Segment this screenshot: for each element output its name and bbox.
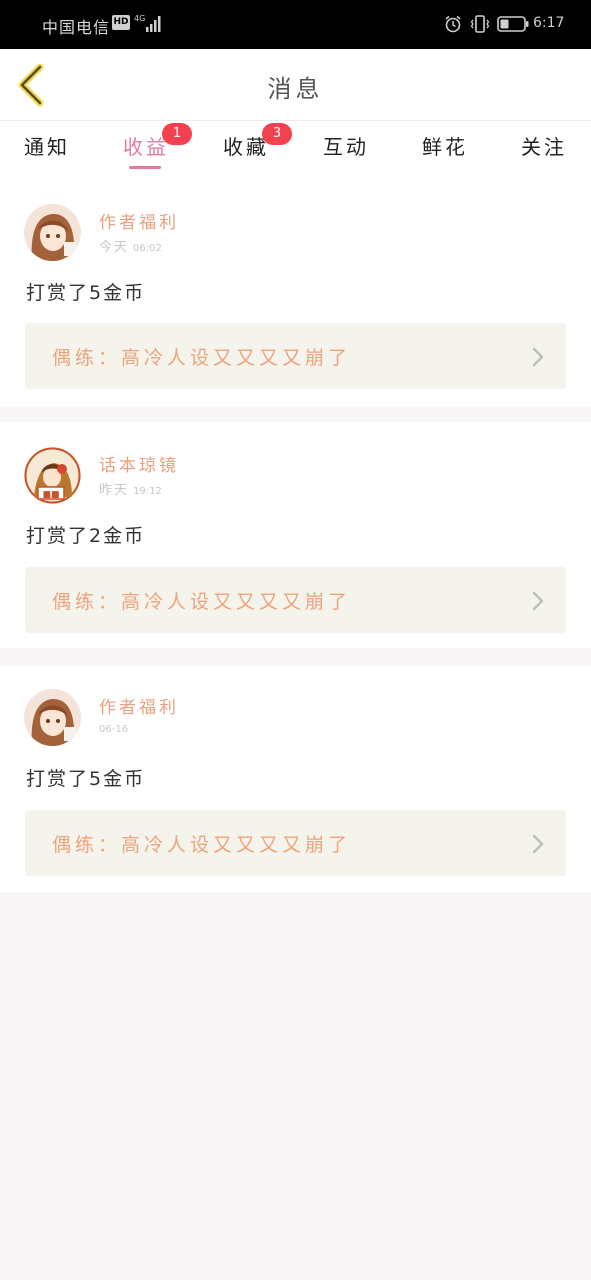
sender-name: 作者福利 bbox=[99, 698, 179, 718]
active-tab-indicator bbox=[129, 166, 161, 169]
tab-notifications[interactable]: 通知 bbox=[17, 131, 77, 160]
vibrate-icon bbox=[470, 15, 490, 33]
message-card: ■■ 话本琼镜 昨天 19:12 打赏了2金币 偶练：高冷人设又又又又崩了 bbox=[0, 422, 591, 648]
network-label: 4G bbox=[134, 14, 145, 23]
timestamp: 昨天 19:12 bbox=[99, 479, 162, 498]
tab-label: 鲜花 bbox=[422, 135, 468, 159]
status-bar: 中国电信 HD 4G 6:17 bbox=[0, 0, 591, 49]
tab-following[interactable]: 关注 bbox=[514, 131, 574, 160]
tab-favorites[interactable]: 收藏 3 bbox=[216, 123, 292, 160]
message-text: 打赏了2金币 bbox=[26, 525, 146, 547]
work-title: 偶练：高冷人设又又又又崩了 bbox=[52, 834, 352, 856]
battery-icon bbox=[497, 16, 529, 32]
tab-interactions[interactable]: 互动 bbox=[316, 131, 376, 160]
timestamp: 今天 06:02 bbox=[99, 236, 162, 255]
message-card: 作者福利 今天 06:02 打赏了5金币 偶练：高冷人设又又又又崩了 bbox=[0, 181, 591, 407]
timestamp: 06-16 bbox=[99, 721, 128, 736]
chevron-right-icon bbox=[532, 834, 544, 854]
tab-bar: 通知 收益 1 收藏 3 互动 鲜花 关注 bbox=[0, 121, 591, 181]
chevron-right-icon bbox=[532, 347, 544, 367]
sender-name: 话本琼镜 bbox=[99, 456, 179, 476]
tab-earnings[interactable]: 收益 1 bbox=[116, 123, 192, 160]
tab-label: 关注 bbox=[521, 135, 567, 159]
avatar[interactable] bbox=[24, 204, 81, 261]
message-card: 作者福利 06-16 打赏了5金币 偶练：高冷人设又又又又崩了 bbox=[0, 666, 591, 892]
timestamp-day: 昨天 bbox=[99, 483, 130, 498]
header: 消息 bbox=[0, 49, 591, 121]
timestamp-time: 06:02 bbox=[133, 243, 162, 254]
carrier-label: 中国电信 bbox=[42, 18, 111, 37]
work-link[interactable]: 偶练：高冷人设又又又又崩了 bbox=[25, 810, 566, 876]
hd-icon: HD bbox=[112, 15, 130, 30]
chevron-right-icon bbox=[532, 591, 544, 611]
timestamp-time: 19:12 bbox=[133, 486, 162, 497]
signal-icon: 4G bbox=[134, 14, 161, 32]
alarm-icon bbox=[445, 15, 461, 33]
work-title: 偶练：高冷人设又又又又崩了 bbox=[52, 347, 352, 369]
work-link[interactable]: 偶练：高冷人设又又又又崩了 bbox=[25, 567, 566, 633]
unread-badge: 3 bbox=[262, 123, 292, 145]
timestamp-day: 今天 bbox=[99, 240, 130, 255]
page-title: 消息 bbox=[267, 75, 324, 103]
timestamp-time: 06-16 bbox=[99, 724, 129, 735]
sender-name: 作者福利 bbox=[99, 213, 179, 233]
svg-text:■■: ■■ bbox=[42, 490, 59, 500]
work-link[interactable]: 偶练：高冷人设又又又又崩了 bbox=[25, 323, 566, 389]
unread-badge: 1 bbox=[162, 123, 192, 145]
clock-label: 6:17 bbox=[533, 15, 565, 31]
message-text: 打赏了5金币 bbox=[26, 282, 146, 304]
tab-flowers[interactable]: 鲜花 bbox=[415, 131, 475, 160]
avatar[interactable]: ■■ bbox=[24, 447, 81, 504]
message-text: 打赏了5金币 bbox=[26, 768, 146, 790]
tab-label: 通知 bbox=[24, 135, 70, 159]
work-title: 偶练：高冷人设又又又又崩了 bbox=[52, 591, 352, 613]
avatar[interactable] bbox=[24, 689, 81, 746]
tab-label: 互动 bbox=[323, 135, 369, 159]
